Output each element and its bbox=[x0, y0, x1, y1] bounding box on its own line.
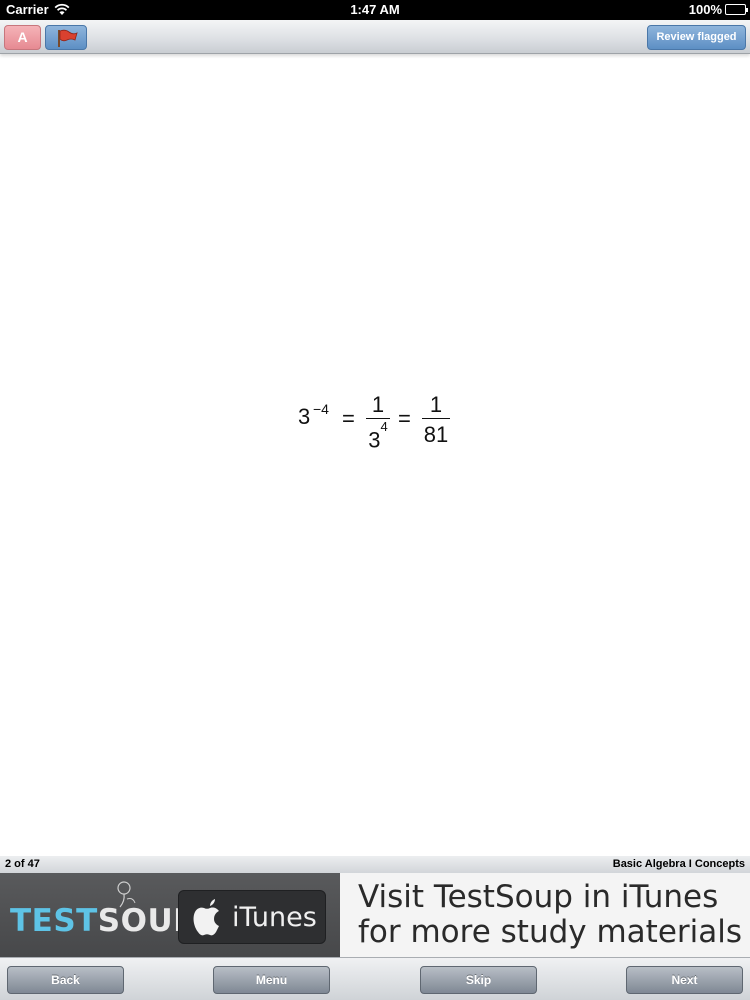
status-bar: Carrier 1:47 AM 100% bbox=[0, 0, 750, 20]
answer-button[interactable]: A bbox=[4, 25, 41, 50]
next-button[interactable]: Next bbox=[626, 966, 743, 994]
bottom-nav: Back Menu Skip Next bbox=[0, 957, 750, 1000]
fraction-denominator: 81 bbox=[423, 422, 449, 447]
skip-button[interactable]: Skip bbox=[420, 966, 537, 994]
fraction-two: 1 81 bbox=[422, 392, 450, 447]
back-button[interactable]: Back bbox=[7, 966, 124, 994]
fraction-numerator: 1 bbox=[371, 392, 385, 417]
top-toolbar: A Review flagged bbox=[0, 20, 750, 54]
ad-brand-panel: TESTSOUP iTunes bbox=[0, 873, 340, 957]
equals-sign: = bbox=[342, 406, 355, 431]
ad-message-line-1: Visit TestSoup in iTunes bbox=[358, 879, 719, 915]
ad-message-line-2: for more study materials bbox=[358, 914, 743, 950]
clock: 1:47 AM bbox=[350, 2, 400, 17]
equals-sign: = bbox=[398, 406, 411, 431]
denominator-base: 3 bbox=[368, 427, 381, 453]
fraction-bar bbox=[422, 418, 450, 419]
question-progress: 2 of 47 bbox=[5, 858, 40, 870]
fraction-denominator: 34 bbox=[366, 419, 390, 452]
denominator-exponent: 4 bbox=[380, 419, 388, 434]
testsoup-logo: TESTSOUP bbox=[10, 903, 197, 939]
flag-icon bbox=[58, 29, 78, 47]
fraction-one: 1 34 bbox=[366, 392, 390, 452]
apple-icon bbox=[193, 899, 219, 936]
fraction-numerator: 1 bbox=[429, 392, 443, 417]
equation-exponent: −4 bbox=[313, 401, 329, 417]
battery-percent: 100% bbox=[688, 2, 722, 17]
ad-banner[interactable]: TESTSOUP iTunes Visit TestSoup in iTunes… bbox=[0, 873, 750, 957]
question-info-bar: 2 of 47 Basic Algebra I Concepts bbox=[0, 856, 750, 873]
review-flagged-button[interactable]: Review flagged bbox=[647, 25, 746, 50]
flag-button[interactable] bbox=[45, 25, 87, 50]
menu-button[interactable]: Menu bbox=[213, 966, 330, 994]
equation-base: 3 bbox=[298, 404, 311, 429]
itunes-label: iTunes bbox=[232, 902, 317, 933]
battery-icon bbox=[725, 4, 748, 15]
category-title: Basic Algebra I Concepts bbox=[612, 858, 745, 870]
itunes-badge: iTunes bbox=[178, 890, 326, 944]
